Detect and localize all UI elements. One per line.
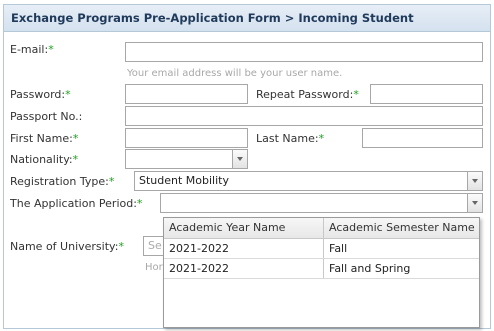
email-label: E-mail:*: [10, 43, 54, 56]
university-label: Name of University:*: [10, 240, 124, 253]
password-input[interactable]: [125, 84, 248, 104]
nationality-label: Nationality:*: [10, 153, 79, 166]
required-mark: *: [72, 153, 79, 166]
application-period-dropdown-button[interactable]: [467, 194, 482, 212]
university-hint: Hor: [145, 262, 163, 273]
option-academic-year: 2021-2022: [164, 239, 324, 258]
required-mark: *: [318, 132, 325, 145]
first-name-input[interactable]: [125, 128, 248, 148]
last-name-label: Last Name:*: [256, 132, 325, 145]
required-mark: *: [136, 197, 143, 210]
password-label: Password:*: [10, 88, 71, 101]
required-mark: *: [72, 132, 79, 145]
chevron-down-icon: [472, 179, 478, 183]
application-period-select[interactable]: [160, 193, 483, 213]
application-period-label: The Application Period:*: [10, 197, 143, 210]
option-academic-semester: Fall and Spring: [329, 262, 411, 275]
chevron-down-icon: [472, 201, 478, 205]
option-academic-year: 2021-2022: [164, 259, 324, 278]
repeat-password-label: Repeat Password:*: [256, 88, 359, 101]
passport-input[interactable]: [125, 106, 483, 126]
column-header-academic-semester: Academic Semester Name: [329, 221, 475, 234]
dropdown-option[interactable]: 2021-2022 Fall: [164, 239, 479, 259]
registration-type-dropdown-button[interactable]: [467, 172, 482, 190]
required-mark: *: [48, 43, 54, 56]
nationality-dropdown-button[interactable]: [232, 150, 247, 168]
form-header: Exchange Programs Pre-Application Form >…: [4, 5, 490, 32]
registration-type-select[interactable]: Student Mobility: [134, 171, 483, 191]
first-name-label: First Name:*: [10, 132, 79, 145]
application-period-dropdown-list: Academic Year Name Academic Semester Nam…: [163, 217, 480, 328]
column-header-academic-year: Academic Year Name: [164, 218, 324, 238]
repeat-password-input[interactable]: [370, 84, 483, 104]
required-mark: *: [108, 175, 115, 188]
last-name-input[interactable]: [362, 128, 483, 148]
nationality-select[interactable]: [125, 149, 248, 169]
email-input[interactable]: [125, 42, 483, 62]
required-mark: *: [353, 88, 359, 101]
email-hint: Your email address will be your user nam…: [127, 68, 343, 79]
required-mark: *: [65, 88, 71, 101]
chevron-down-icon: [237, 157, 243, 161]
registration-type-value: Student Mobility: [139, 174, 229, 187]
passport-label: Passport No.:: [10, 110, 83, 123]
dropdown-option[interactable]: 2021-2022 Fall and Spring: [164, 259, 479, 279]
option-academic-semester: Fall: [329, 242, 348, 255]
dropdown-header-row: Academic Year Name Academic Semester Nam…: [164, 218, 479, 239]
registration-type-label: Registration Type:*: [10, 175, 115, 188]
required-mark: *: [118, 240, 124, 253]
